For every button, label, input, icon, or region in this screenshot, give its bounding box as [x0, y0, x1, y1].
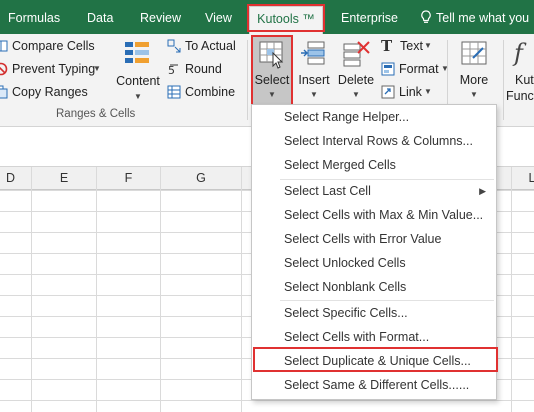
grid-line — [241, 167, 242, 412]
kutools-functions-button[interactable]: f Kut Funct — [506, 37, 534, 104]
chevron-right-icon: ▶ — [479, 186, 486, 196]
ribbon-tab-bar: Formulas Data Review View Kutools ™ Ente… — [0, 0, 534, 34]
lightbulb-icon — [421, 10, 431, 23]
menu-item-select-same-different[interactable]: Select Same & Different Cells...... — [252, 373, 496, 397]
format-icon — [381, 62, 395, 76]
delete-button[interactable]: Delete ▼ — [336, 37, 376, 104]
tab-review[interactable]: Review — [140, 0, 181, 34]
more-icon — [461, 41, 487, 65]
svg-text:5: 5 — [168, 64, 175, 76]
chevron-down-icon: ▼ — [470, 90, 478, 99]
combine-button[interactable]: Combine — [167, 82, 247, 102]
compare-cells-label: Compare Cells — [12, 39, 95, 53]
grid-line — [511, 167, 512, 412]
round-label: Round — [185, 62, 222, 76]
copy-ranges-label: Copy Ranges — [12, 85, 88, 99]
chevron-down-icon: ▼ — [424, 87, 432, 96]
menu-item-select-range-helper[interactable]: Select Range Helper... — [252, 105, 496, 129]
prevent-typing-label: Prevent Typing — [12, 62, 96, 76]
insert-icon — [301, 41, 325, 65]
menu-item-select-nonblank-cells[interactable]: Select Nonblank Cells — [252, 275, 496, 299]
to-actual-icon — [167, 39, 181, 53]
link-button[interactable]: Link ▼ — [381, 82, 441, 102]
menu-item-select-last-cell[interactable]: Select Last Cell ▶ — [252, 179, 496, 203]
insert-button[interactable]: Insert ▼ — [295, 37, 333, 104]
grid-line — [31, 167, 32, 412]
format-label: Format — [399, 62, 439, 76]
content-button[interactable]: Content ▼ — [114, 36, 162, 104]
select-button[interactable]: Select ▼ — [253, 37, 291, 104]
menu-item-select-cells-with-format[interactable]: Select Cells with Format... — [252, 325, 496, 349]
tab-view[interactable]: View — [205, 0, 232, 34]
menu-item-select-merged-cells[interactable]: Select Merged Cells — [252, 153, 496, 177]
chevron-down-icon: ▼ — [352, 90, 360, 99]
prevent-typing-button[interactable]: Prevent Typing ▼ — [0, 59, 110, 79]
select-dropdown-menu: Select Range Helper... Select Interval R… — [251, 104, 497, 400]
group-label-ranges-cells: Ranges & Cells — [56, 108, 136, 120]
menu-item-select-interval-rows-columns[interactable]: Select Interval Rows & Columns... — [252, 129, 496, 153]
chevron-down-icon: ▼ — [134, 92, 142, 101]
tab-enterprise[interactable]: Enterprise — [341, 0, 398, 34]
link-label: Link — [399, 85, 422, 99]
text-label: Text — [400, 39, 423, 53]
grid-line — [96, 167, 97, 412]
function-icon: f — [514, 39, 523, 67]
menu-item-select-unlocked-cells[interactable]: Select Unlocked Cells — [252, 251, 496, 275]
text-button[interactable]: T Text ▼ — [381, 36, 441, 56]
content-icon — [125, 42, 149, 63]
column-header-g[interactable]: G — [161, 167, 242, 190]
content-label: Content — [116, 74, 160, 88]
kutools-functions-label-1: Kut — [515, 73, 534, 87]
to-actual-button[interactable]: To Actual — [167, 36, 247, 56]
select-label: Select — [254, 73, 290, 87]
column-header-l[interactable]: L — [512, 167, 534, 190]
copy-ranges-icon — [0, 85, 8, 99]
tell-me-text: Tell me what you — [436, 11, 530, 25]
menu-item-select-duplicate-unique[interactable]: Select Duplicate & Unique Cells... — [252, 349, 496, 373]
group-divider — [503, 40, 504, 120]
delete-icon — [343, 41, 370, 67]
tab-formulas[interactable]: Formulas — [8, 0, 60, 34]
menu-item-select-specific-cells[interactable]: Select Specific Cells... — [252, 301, 496, 325]
compare-cells-icon — [0, 40, 8, 52]
text-icon: T — [381, 37, 393, 55]
column-header-d[interactable]: D — [0, 167, 32, 190]
copy-ranges-button[interactable]: Copy Ranges — [0, 82, 110, 102]
column-header-f[interactable]: F — [97, 167, 161, 190]
to-actual-label: To Actual — [185, 39, 236, 53]
tab-kutools[interactable]: Kutools ™ — [249, 6, 323, 34]
chevron-down-icon: ▼ — [268, 90, 276, 99]
menu-item-select-error-value[interactable]: Select Cells with Error Value — [252, 227, 496, 251]
kutools-functions-label-2: Funct — [506, 89, 534, 103]
tell-me-box[interactable]: Tell me what you — [420, 0, 529, 34]
chevron-down-icon: ▼ — [424, 41, 432, 50]
more-label: More — [459, 73, 489, 87]
link-icon — [381, 85, 395, 99]
chevron-down-icon: ▼ — [310, 90, 318, 99]
format-button[interactable]: Format ▼ — [381, 59, 451, 79]
chevron-down-icon: ▼ — [93, 64, 101, 73]
combine-icon — [167, 85, 181, 99]
more-button[interactable]: More ▼ — [454, 37, 494, 104]
delete-label: Delete — [337, 73, 375, 87]
grid-line — [160, 167, 161, 412]
round-icon: 5 — [168, 64, 178, 76]
compare-cells-button[interactable]: Compare Cells — [0, 36, 110, 56]
column-header-e[interactable]: E — [32, 167, 97, 190]
insert-label: Insert — [298, 73, 330, 87]
round-button[interactable]: 5 Round — [167, 59, 247, 79]
prevent-typing-icon — [0, 62, 8, 76]
tab-data[interactable]: Data — [87, 0, 113, 34]
group-divider — [247, 40, 248, 120]
menu-item-label: Select Last Cell — [284, 184, 371, 198]
menu-item-select-max-min[interactable]: Select Cells with Max & Min Value... — [252, 203, 496, 227]
combine-label: Combine — [185, 85, 236, 99]
select-cursor-icon — [259, 41, 284, 69]
